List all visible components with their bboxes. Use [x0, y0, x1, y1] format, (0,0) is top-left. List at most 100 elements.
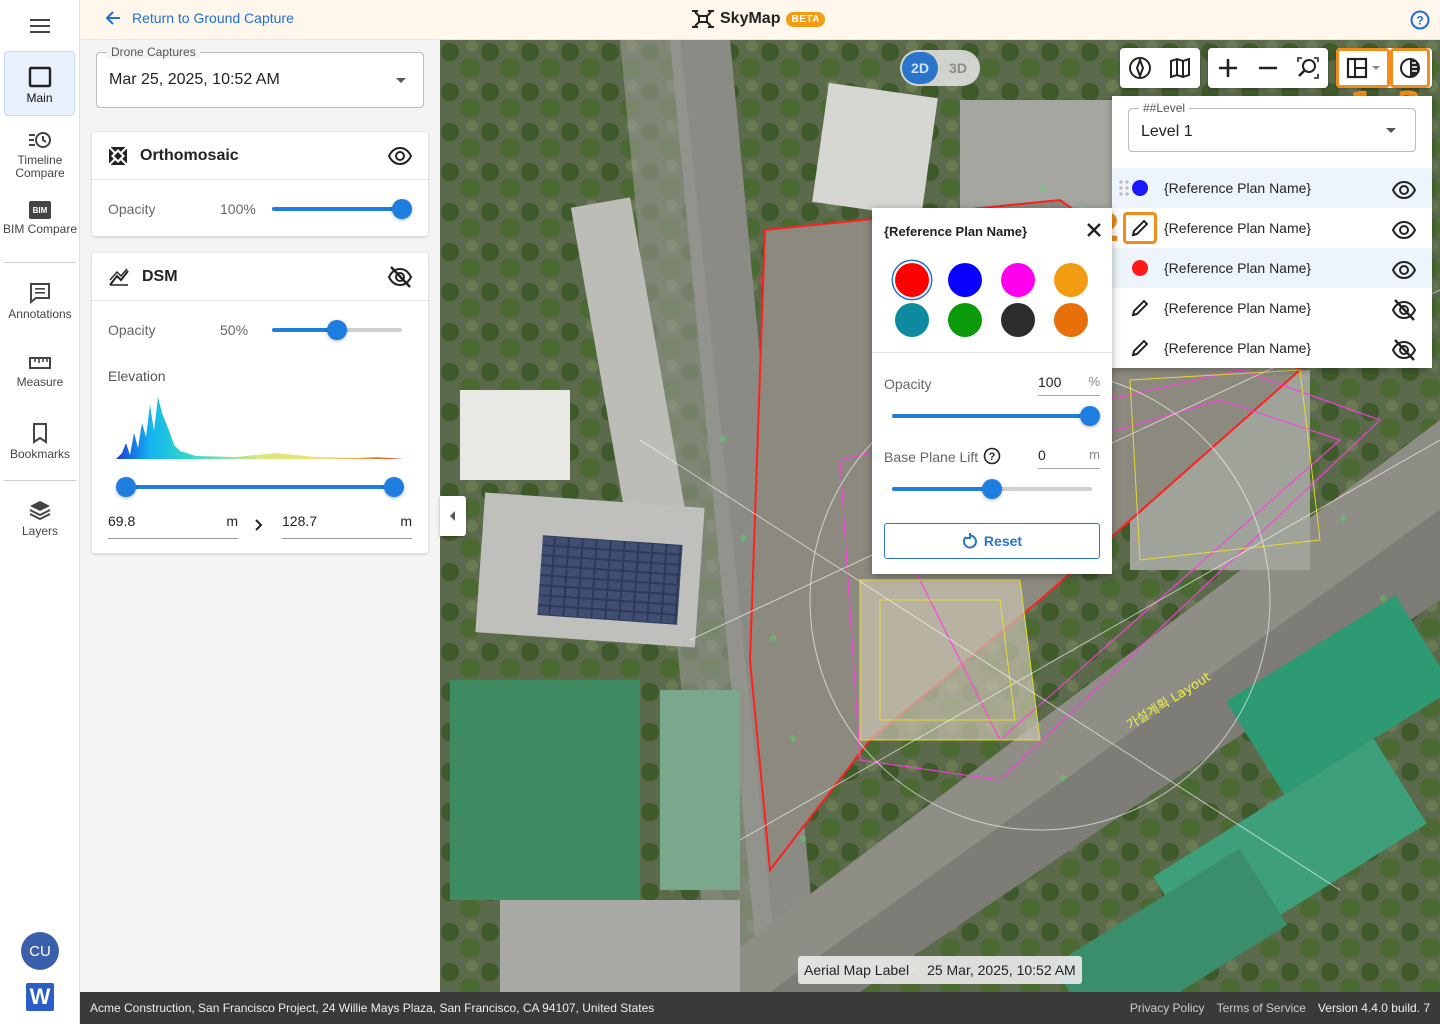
help-icon[interactable]: ? [1410, 10, 1430, 30]
rail-item-bim-compare[interactable]: BIM BIM Compare [0, 201, 80, 236]
eye-icon[interactable] [1392, 178, 1416, 202]
eye-off-icon[interactable] [1392, 338, 1416, 362]
collapse-panel-button[interactable] [440, 496, 466, 536]
bookmark-icon [33, 423, 47, 444]
slider-handle[interactable] [982, 479, 1002, 499]
caret-down-icon [1371, 66, 1380, 70]
zoom-in-button[interactable] [1208, 48, 1248, 88]
svg-text:◎: ◎ [800, 834, 806, 842]
reference-plan-row[interactable]: {Reference Plan Name} [1112, 288, 1432, 328]
popup-opacity-value: 100 [1038, 374, 1062, 390]
compass-icon [1129, 57, 1151, 79]
drone-captures-select[interactable]: Drone Captures Mar 25, 2025, 10:52 AM [96, 45, 424, 108]
slider-fill [892, 487, 992, 491]
rail-label: Bookmarks [9, 447, 71, 461]
range-min-handle[interactable] [116, 477, 136, 497]
help-icon[interactable]: ? [983, 447, 1001, 465]
eye-off-icon[interactable] [1392, 298, 1416, 322]
pencil-icon[interactable] [1130, 338, 1150, 358]
opacity-label: Opacity [108, 201, 156, 217]
terms-link[interactable]: Terms of Service [1217, 1001, 1306, 1015]
base-plane-lift-input[interactable]: 0 m [1038, 445, 1100, 469]
level-select[interactable]: ##Level Level 1 [1128, 101, 1416, 152]
popup-opacity-slider[interactable] [892, 406, 1100, 426]
opacity-value: 100% [220, 201, 256, 217]
rail-item-measure[interactable]: Measure [0, 354, 80, 389]
slider-handle[interactable] [392, 199, 412, 219]
dsm-card: DSM Opacity 50% Elevation 69.8 m 128.7 m [92, 253, 428, 553]
eye-off-icon[interactable] [388, 265, 412, 289]
view-mode-toggle[interactable]: 2D 3D [900, 50, 980, 86]
hamburger-menu-icon[interactable] [30, 18, 50, 34]
elevation-min-field[interactable]: 69.8 m [108, 513, 238, 539]
mode-3d-button[interactable]: 3D [940, 52, 976, 84]
reference-plan-row[interactable]: {Reference Plan Name} [1112, 208, 1432, 248]
rail-divider [4, 262, 76, 263]
eye-icon[interactable] [1392, 218, 1416, 242]
capture-select-value: Mar 25, 2025, 10:52 AM [109, 71, 280, 88]
rail-item-main[interactable]: Main [4, 51, 75, 116]
drag-handle-icon[interactable] [1119, 180, 1129, 196]
slider-handle[interactable] [327, 320, 347, 340]
rail-item-timeline-compare[interactable]: Timeline Compare [0, 130, 80, 180]
rail-item-layers[interactable]: Layers [0, 499, 80, 538]
caret-down-icon [1386, 128, 1396, 133]
svg-text:?: ? [1416, 14, 1423, 28]
color-swatch[interactable] [895, 263, 929, 297]
color-swatch[interactable] [1054, 263, 1088, 297]
contrast-icon [1400, 58, 1420, 78]
base-plane-lift-label: Base Plane Lift [884, 449, 979, 465]
reference-plan-row[interactable]: {Reference Plan Name} [1112, 248, 1432, 288]
eye-icon[interactable] [388, 144, 412, 168]
capture-select-label: Drone Captures [107, 45, 200, 59]
rail-label: Timeline Compare [15, 153, 65, 180]
orthomosaic-opacity-slider[interactable] [272, 199, 412, 219]
floor-plan-dropdown-button[interactable] [1336, 48, 1390, 88]
elevation-histogram [116, 397, 404, 459]
elevation-range-slider[interactable] [116, 477, 404, 497]
slider-handle[interactable] [1080, 406, 1100, 426]
elevation-label: Elevation [108, 368, 166, 384]
eye-icon[interactable] [1392, 258, 1416, 282]
basemap-button[interactable] [1160, 48, 1200, 88]
orthomosaic-card: Orthomosaic Opacity 100% [92, 132, 428, 236]
zoom-out-button[interactable] [1248, 48, 1288, 88]
range-max-handle[interactable] [384, 477, 404, 497]
close-icon[interactable] [1086, 222, 1102, 238]
layers-icon [29, 501, 51, 521]
popup-title: {Reference Plan Name} [884, 224, 1028, 239]
highlight-edit-style [1123, 212, 1157, 244]
color-swatch[interactable] [1054, 303, 1088, 337]
rail-item-bookmarks[interactable]: Bookmarks [0, 422, 80, 461]
mode-2d-button[interactable]: 2D [902, 52, 938, 84]
privacy-link[interactable]: Privacy Policy [1130, 1001, 1205, 1015]
elevation-max-field[interactable]: 128.7 m [282, 513, 412, 539]
reference-plan-row[interactable]: {Reference Plan Name} [1112, 168, 1432, 208]
nav-rail: Main Timeline Compare BIM BIM Compare An… [0, 0, 80, 1024]
aerial-map-label: Aerial Map Label 25 Mar, 2025, 10:52 AM [798, 956, 1082, 984]
color-swatch[interactable] [948, 263, 982, 297]
color-swatch[interactable] [895, 303, 929, 337]
plan-tool-group [1336, 48, 1432, 88]
zoom-extent-button[interactable] [1288, 48, 1328, 88]
back-link[interactable]: Return to Ground Capture [104, 9, 294, 27]
reference-plan-row[interactable]: {Reference Plan Name} [1112, 328, 1432, 368]
reset-button[interactable]: Reset [884, 523, 1100, 559]
color-swatch[interactable] [948, 303, 982, 337]
dsm-title: DSM [142, 267, 178, 285]
color-dot-icon[interactable] [1130, 258, 1150, 278]
dsm-opacity-slider[interactable] [272, 320, 402, 340]
base-plane-lift-slider[interactable] [892, 479, 1092, 499]
popup-opacity-input[interactable]: 100 % [1038, 372, 1100, 396]
avatar[interactable]: CU [21, 932, 59, 970]
contrast-toggle-button[interactable] [1390, 48, 1430, 88]
color-swatch[interactable] [1001, 303, 1035, 337]
pencil-icon[interactable] [1130, 298, 1150, 318]
rail-label: Annotations [8, 307, 72, 321]
color-dot-icon[interactable] [1130, 178, 1150, 198]
back-label: Return to Ground Capture [132, 10, 294, 26]
beta-badge: BETA [786, 11, 825, 27]
compass-button[interactable] [1120, 48, 1160, 88]
color-swatch[interactable] [1001, 263, 1035, 297]
rail-item-annotations[interactable]: Annotations [0, 282, 80, 321]
